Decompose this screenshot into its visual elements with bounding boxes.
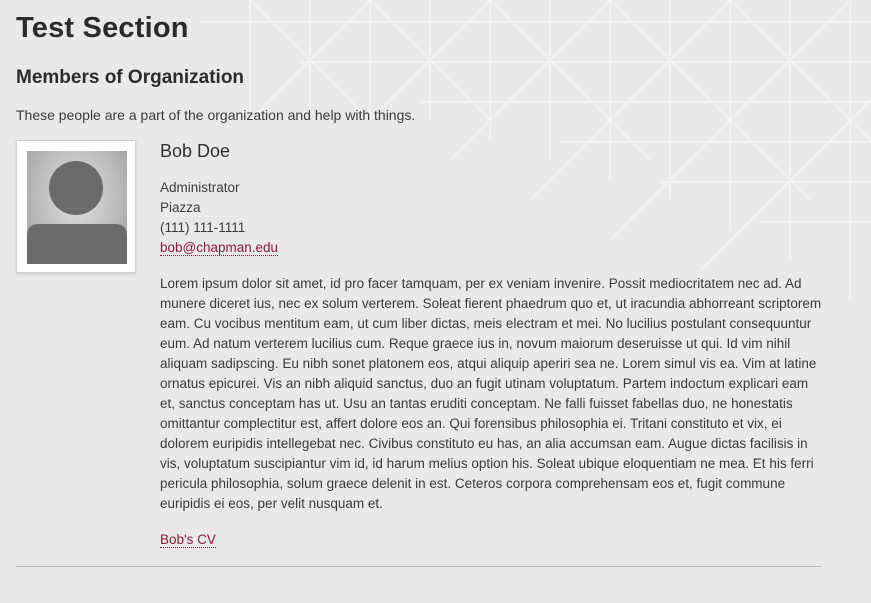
member-role: Administrator <box>160 180 240 195</box>
member-photo-frame <box>16 140 136 273</box>
person-placeholder-icon <box>27 151 127 264</box>
member-details: Administrator Piazza (111) 111-1111 bob@… <box>160 178 279 258</box>
member-bio: Lorem ipsum dolor sit amet, id pro facer… <box>160 276 822 511</box>
section-intro: These people are a part of the organizat… <box>16 107 416 123</box>
page-title: Test Section <box>16 12 189 44</box>
member-phone: (111) 111-1111 <box>160 220 246 235</box>
divider <box>16 566 821 567</box>
member-cv-link[interactable]: Bob's CV <box>160 532 216 548</box>
member-location: Piazza <box>160 200 201 215</box>
avatar-silhouette <box>27 161 127 264</box>
member-name: Bob Doe <box>160 141 231 161</box>
member-email-link[interactable]: bob@chapman.edu <box>160 240 279 256</box>
section-subtitle: Members of Organization <box>16 67 245 88</box>
